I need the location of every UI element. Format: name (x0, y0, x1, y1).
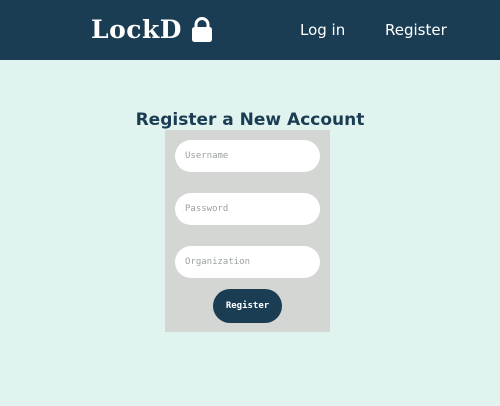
nav-register-link[interactable]: Register (385, 20, 447, 40)
username-field[interactable] (175, 140, 320, 172)
register-button[interactable]: Register (213, 289, 282, 323)
logo-text: LockD (91, 15, 182, 44)
lock-icon (191, 17, 213, 43)
organization-field[interactable] (175, 246, 320, 278)
password-field[interactable] (175, 193, 320, 225)
register-form: Register (165, 130, 330, 332)
logo[interactable]: LockD (91, 14, 213, 46)
top-navbar: LockD Log in Register (0, 0, 500, 60)
page-title: Register a New Account (135, 110, 365, 131)
nav-login-link[interactable]: Log in (300, 20, 345, 40)
